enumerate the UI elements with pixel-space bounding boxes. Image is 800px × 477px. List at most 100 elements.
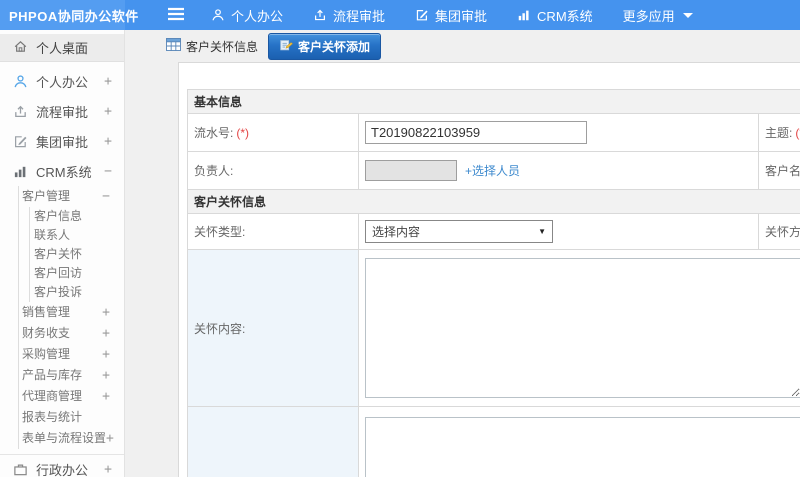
sidebar-item-finance[interactable]: 财务收支 + — [19, 323, 124, 344]
content-panel: 基本信息 流水号:(*) 主题:(*) 负责人: +选择人员 客户名称:(*) — [178, 62, 800, 477]
extra-content-textarea[interactable] — [365, 417, 800, 477]
tab-customer-care-add[interactable]: 客户关怀添加 — [268, 32, 382, 60]
sidebar-item-label: 报表与统计 — [22, 410, 83, 424]
caret-down-icon — [682, 12, 693, 18]
sidebar-item-label: 个人桌面 — [36, 41, 89, 56]
expand-toggle[interactable]: + — [102, 386, 110, 407]
care-type-field-cell: 选择内容 ▼ — [358, 213, 759, 250]
sidebar-item-agent-management[interactable]: 代理商管理 + — [19, 386, 124, 407]
sidebar-item-contacts[interactable]: 联系人 — [30, 226, 124, 245]
care-content-label: 关怀内容: — [194, 321, 246, 336]
hamburger-icon — [167, 7, 185, 24]
sidebar-item-workflow-approval[interactable]: 流程审批 + — [0, 96, 124, 126]
top-navigation: 个人办公 流程审批 集团审批 CRM系统 更多应用 — [211, 6, 693, 25]
share-up-icon — [13, 104, 28, 119]
edit-square-icon — [13, 134, 28, 149]
tab-customer-care-info[interactable]: 客户关怀信息 — [159, 34, 265, 59]
collapse-toggle[interactable]: − — [102, 186, 110, 207]
required-mark: (*) — [236, 126, 250, 140]
nav-personal-office[interactable]: 个人办公 — [211, 6, 283, 25]
nav-more-apps[interactable]: 更多应用 — [623, 6, 693, 25]
care-content-label-cell: 关怀内容: — [187, 249, 359, 407]
extra-field-cell — [357, 406, 800, 477]
bar-chart-icon — [517, 8, 531, 22]
bar-chart-icon — [13, 164, 28, 179]
expand-toggle[interactable]: + — [104, 462, 112, 477]
nav-workflow-approval[interactable]: 流程审批 — [313, 6, 385, 25]
sidebar-item-personal-desktop[interactable]: 个人桌面 — [0, 34, 124, 62]
sidebar-item-form-workflow-settings[interactable]: 表单与流程设置 + — [19, 428, 124, 449]
sidebar: 个人桌面 个人办公 + 流程审批 + 集团审批 + CRM系统 − 客户管理 −… — [0, 30, 125, 477]
customer-management-submenu: 客户信息 联系人 客户关怀 客户回访 客户投诉 — [29, 207, 124, 302]
tab-label: 客户关怀添加 — [298, 39, 371, 54]
expand-toggle[interactable]: + — [102, 365, 110, 386]
nav-label: 个人办公 — [231, 8, 284, 24]
top-bar: PHPOA协同办公软件 个人办公 流程审批 集团审批 CRM系统 更多应用 — [0, 0, 800, 30]
sidebar-item-label: CRM系统 — [36, 164, 92, 180]
sidebar-item-customer-care[interactable]: 客户关怀 — [30, 245, 124, 264]
sidebar-item-label: 销售管理 — [22, 305, 71, 319]
selected-option: 选择内容 — [372, 225, 421, 239]
select-person-link[interactable]: +选择人员 — [465, 164, 520, 178]
select-caret-icon: ▼ — [538, 227, 546, 236]
required-mark: (*) — [795, 126, 800, 140]
add-note-icon — [279, 38, 293, 55]
person-icon — [13, 74, 28, 89]
sidebar-item-customer-info[interactable]: 客户信息 — [30, 207, 124, 226]
tab-strip: 客户关怀信息 客户关怀添加 — [125, 30, 800, 62]
owner-label: 负责人: — [194, 164, 234, 178]
sidebar-item-label: 采购管理 — [22, 347, 71, 361]
nav-label: 更多应用 — [622, 8, 675, 24]
customer-name-label-cell: 客户名称:(*) — [757, 151, 800, 190]
sidebar-item-products-inventory[interactable]: 产品与库存 + — [19, 365, 124, 386]
owner-input — [365, 160, 457, 181]
expand-toggle[interactable]: + — [104, 104, 112, 119]
sidebar-item-customer-complaint[interactable]: 客户投诉 — [30, 283, 124, 302]
care-content-row: 关怀内容: — [187, 249, 800, 407]
sidebar-item-purchasing[interactable]: 采购管理 + — [19, 344, 124, 365]
serial-number-label: 流水号: — [194, 126, 234, 140]
extra-content-row — [187, 406, 800, 477]
expand-toggle[interactable]: + — [106, 428, 114, 449]
nav-group-approval[interactable]: 集团审批 — [415, 6, 487, 25]
sidebar-item-label: 财务收支 — [22, 326, 71, 340]
serial-number-row: 流水号:(*) 主题:(*) — [187, 113, 800, 152]
sidebar-item-label: 代理商管理 — [22, 389, 83, 403]
nav-crm-system[interactable]: CRM系统 — [517, 6, 593, 25]
edit-square-icon — [415, 8, 429, 22]
menu-toggle-button[interactable] — [167, 7, 185, 24]
sidebar-item-label: 产品与库存 — [22, 368, 83, 382]
section-header: 基本信息 — [186, 89, 800, 114]
expand-toggle[interactable]: + — [104, 74, 112, 89]
care-type-label-cell: 关怀类型: — [187, 213, 359, 250]
care-content-field-cell — [357, 249, 800, 407]
sidebar-item-crm-system[interactable]: CRM系统 − — [0, 156, 124, 186]
table-grid-icon — [166, 38, 181, 54]
sidebar-item-label: 个人办公 — [36, 74, 89, 90]
sidebar-item-group-approval[interactable]: 集团审批 + — [0, 126, 124, 156]
sidebar-item-customer-revisit[interactable]: 客户回访 — [30, 264, 124, 283]
extra-label-cell — [187, 406, 359, 477]
sidebar-item-reports-statistics[interactable]: 报表与统计 — [19, 407, 124, 428]
care-type-select[interactable]: 选择内容 ▼ — [365, 220, 553, 243]
expand-toggle[interactable]: + — [102, 344, 110, 365]
expand-toggle[interactable]: + — [102, 323, 110, 344]
sidebar-item-sales-management[interactable]: 销售管理 + — [19, 302, 124, 323]
nav-label: 流程审批 — [333, 8, 386, 24]
home-icon — [13, 39, 28, 57]
app-logo: PHPOA协同办公软件 — [0, 0, 138, 30]
care-content-textarea[interactable] — [365, 258, 800, 398]
sidebar-item-personal-office[interactable]: 个人办公 + — [0, 66, 124, 96]
customer-name-label: 客户名称: — [765, 164, 800, 178]
owner-label-cell: 负责人: — [187, 151, 359, 190]
expand-toggle[interactable]: + — [104, 134, 112, 149]
care-method-label: 关怀方式: — [765, 225, 800, 239]
expand-toggle[interactable]: + — [102, 302, 110, 323]
sidebar-groups: 个人办公 + 流程审批 + 集团审批 + CRM系统 − — [0, 66, 124, 186]
subject-label: 主题: — [765, 126, 793, 140]
subject-label-cell: 主题:(*) — [757, 113, 800, 152]
sidebar-item-customer-management[interactable]: 客户管理 − — [19, 186, 124, 207]
serial-number-input[interactable] — [365, 121, 587, 144]
sidebar-item-admin-office[interactable]: 行政办公 + — [0, 454, 124, 477]
collapse-toggle[interactable]: − — [104, 164, 112, 179]
